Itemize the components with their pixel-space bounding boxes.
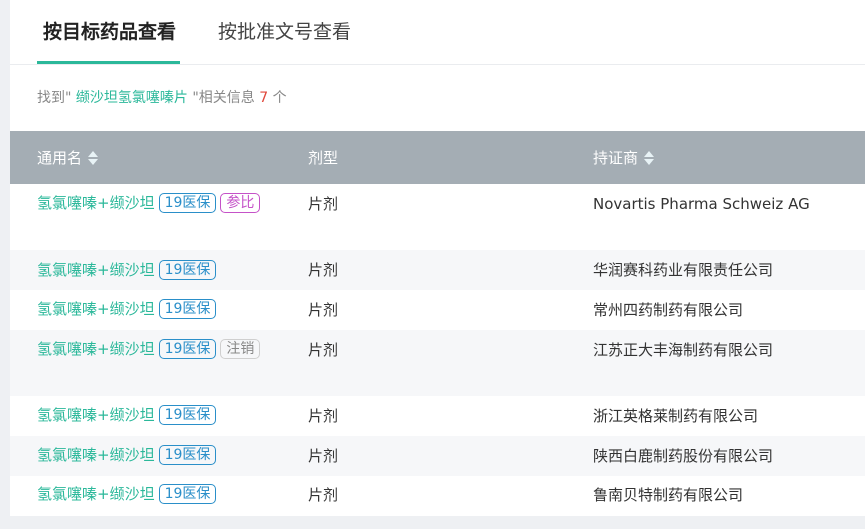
dosage-form: 片剂 [308,261,339,279]
dosage-form: 片剂 [308,407,339,425]
column-header-name-label: 通用名 [37,149,83,167]
table-row: 氢氯噻嗪+缬沙坦 19医保 参比 片剂 Novartis Pharma Schwei… [10,184,865,250]
drug-name-link[interactable]: 氢氯噻嗪+缬沙坦 [37,446,155,464]
tag-yibao: 19医保 [158,260,217,280]
result-suffix: 个 [268,90,287,106]
tab-bar: 按目标药品查看 按批准文号查看 [10,0,865,65]
tag-yibao: 19医保 [158,339,217,359]
license-holder: 华润赛科药业有限责任公司 [593,261,774,279]
column-header-form: 剂型 [308,149,339,167]
tag-yibao: 19医保 [158,484,217,504]
dosage-form: 片剂 [308,447,339,465]
dosage-form: 片剂 [308,486,339,504]
drug-name-link[interactable]: 氢氯噻嗪+缬沙坦 [37,261,155,279]
result-count: 7 [259,90,269,106]
dosage-form: 片剂 [308,195,339,213]
column-header-name[interactable]: 通用名 [37,148,99,168]
tag-yibao: 19医保 [158,193,217,213]
license-holder: 浙江英格莱制药有限公司 [593,407,759,425]
table-row: 氢氯噻嗪+缬沙坦 19医保 片剂 浙江英格莱制药有限公司 [10,396,865,436]
active-tab-underline [37,61,180,64]
tag-zhuxiao: 注销 [220,339,261,359]
column-header-holder-label: 持证商 [593,149,639,167]
license-holder: 常州四药制药有限公司 [593,301,744,319]
sort-caret-icon[interactable] [88,150,99,165]
table-row: 氢氯噻嗪+缬沙坦 19医保 片剂 常州四药制药有限公司 [10,290,865,330]
content-card: 按目标药品查看 按批准文号查看 找到" 缬沙坦氢氯噻嗪片 "相关信息 7 个 通… [10,0,865,516]
result-middle: "相关信息 [192,90,260,106]
drug-name-link[interactable]: 氢氯噻嗪+缬沙坦 [37,300,155,318]
drug-name-link[interactable]: 氢氯噻嗪+缬沙坦 [37,194,155,212]
result-keyword: 缬沙坦氢氯噻嗪片 [71,90,193,106]
result-prefix: 找到" [37,90,72,106]
license-holder: Novartis Pharma Schweiz AG [593,195,810,213]
table-row: 氢氯噻嗪+缬沙坦 19医保 片剂 陕西白鹿制药股份有限公司 [10,436,865,476]
dosage-form: 片剂 [308,301,339,319]
drug-name-link[interactable]: 氢氯噻嗪+缬沙坦 [37,406,155,424]
column-header-holder[interactable]: 持证商 [593,148,655,168]
tag-canbi: 参比 [220,193,261,213]
table-header: 通用名 剂型 持证商 [10,131,865,184]
tab-by-approval-number[interactable]: 按批准文号查看 [218,19,351,45]
dosage-form: 片剂 [308,341,339,359]
sort-caret-icon[interactable] [644,150,655,165]
license-holder: 鲁南贝特制药有限公司 [593,486,744,504]
table-row: 氢氯噻嗪+缬沙坦 19医保 注销 片剂 江苏正大丰海制药有限公司 [10,330,865,396]
tag-yibao: 19医保 [158,405,217,425]
table-row: 氢氯噻嗪+缬沙坦 19医保 片剂 华润赛科药业有限责任公司 [10,250,865,290]
tag-yibao: 19医保 [158,445,217,465]
table-row: 氢氯噻嗪+缬沙坦 19医保 片剂 鲁南贝特制药有限公司 [10,476,865,516]
tab-by-target-drug[interactable]: 按目标药品查看 [43,19,176,45]
drug-name-link[interactable]: 氢氯噻嗪+缬沙坦 [37,340,155,358]
search-result-summary: 找到" 缬沙坦氢氯噻嗪片 "相关信息 7 个 [37,88,287,108]
tag-yibao: 19医保 [158,299,217,319]
license-holder: 陕西白鹿制药股份有限公司 [593,447,774,465]
drug-name-link[interactable]: 氢氯噻嗪+缬沙坦 [37,485,155,503]
license-holder: 江苏正大丰海制药有限公司 [593,341,774,359]
